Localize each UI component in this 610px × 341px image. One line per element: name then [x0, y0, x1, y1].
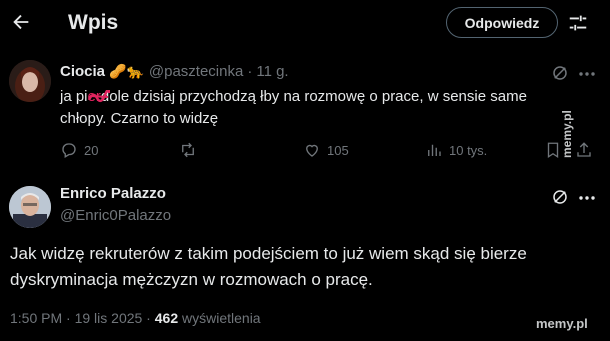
- more-options-icon[interactable]: [577, 66, 597, 82]
- heart-icon: [306, 144, 318, 157]
- author-emojis: 🥜🐆: [109, 63, 144, 79]
- post-timestamp[interactable]: 1:50 PM · 19 lis 2025 ·: [10, 310, 151, 326]
- post-text: Jak widzę rekruterów z takim podejściem …: [10, 241, 600, 293]
- reply-button[interactable]: Odpowiedz: [446, 7, 558, 38]
- grok-icon[interactable]: [551, 64, 569, 82]
- side-watermark: memy.pl: [560, 110, 574, 158]
- author-handle[interactable]: @pasztecinka: [149, 63, 243, 80]
- post-time[interactable]: 11 g.: [256, 63, 288, 80]
- views-action[interactable]: 10 tys.: [425, 141, 487, 159]
- repost-icon: [182, 142, 194, 158]
- reply-action[interactable]: 20: [60, 141, 98, 159]
- analytics-icon: [428, 144, 441, 156]
- like-action[interactable]: 105: [303, 141, 349, 159]
- avatar[interactable]: [9, 186, 51, 228]
- post-header: Ciocia 🥜🐆 @pasztecinka · 11 g.: [60, 63, 289, 80]
- share-icon: [577, 142, 591, 157]
- avatar[interactable]: [9, 60, 51, 102]
- share-action[interactable]: [575, 141, 599, 159]
- red-scribble: [87, 88, 111, 109]
- page-title: Wpis: [68, 11, 119, 34]
- separator: ·: [247, 63, 253, 80]
- views-label: wyświetlenia: [182, 310, 261, 326]
- more-options-icon[interactable]: [577, 190, 597, 206]
- bookmark-icon: [547, 142, 559, 159]
- back-arrow-icon[interactable]: [10, 11, 32, 33]
- author-handle[interactable]: @Enric0Palazzo: [60, 207, 171, 224]
- reply-icon: [62, 143, 76, 158]
- views-count: 10 tys.: [449, 142, 488, 158]
- author-name[interactable]: Enrico Palazzo: [60, 185, 166, 202]
- views-count: 462: [154, 310, 179, 326]
- author-name[interactable]: Ciocia: [60, 63, 105, 80]
- post-text-line: Jak widzę rekruterów z takim podejściem …: [10, 244, 527, 263]
- repost-action[interactable]: [178, 141, 204, 159]
- reply-count: 20: [84, 142, 99, 158]
- post-meta: 1:50 PM · 19 lis 2025 · 462 wyświetlenia: [10, 310, 261, 326]
- post-text-line: chłopy. Czarno to widzę: [60, 110, 219, 127]
- like-count: 105: [327, 142, 349, 158]
- post-text-line: ja pierdole dzisiaj przychodzą łby na ro…: [60, 88, 527, 105]
- grok-icon[interactable]: [551, 188, 569, 206]
- filter-settings-icon[interactable]: [567, 12, 589, 34]
- bottom-watermark: memy.pl: [536, 316, 588, 331]
- post-text: ja pierdole dzisiaj przychodzą łby na ro…: [60, 86, 560, 130]
- post-text-line: dyskryminacja mężczyzn w rozmowach o pra…: [10, 270, 373, 289]
